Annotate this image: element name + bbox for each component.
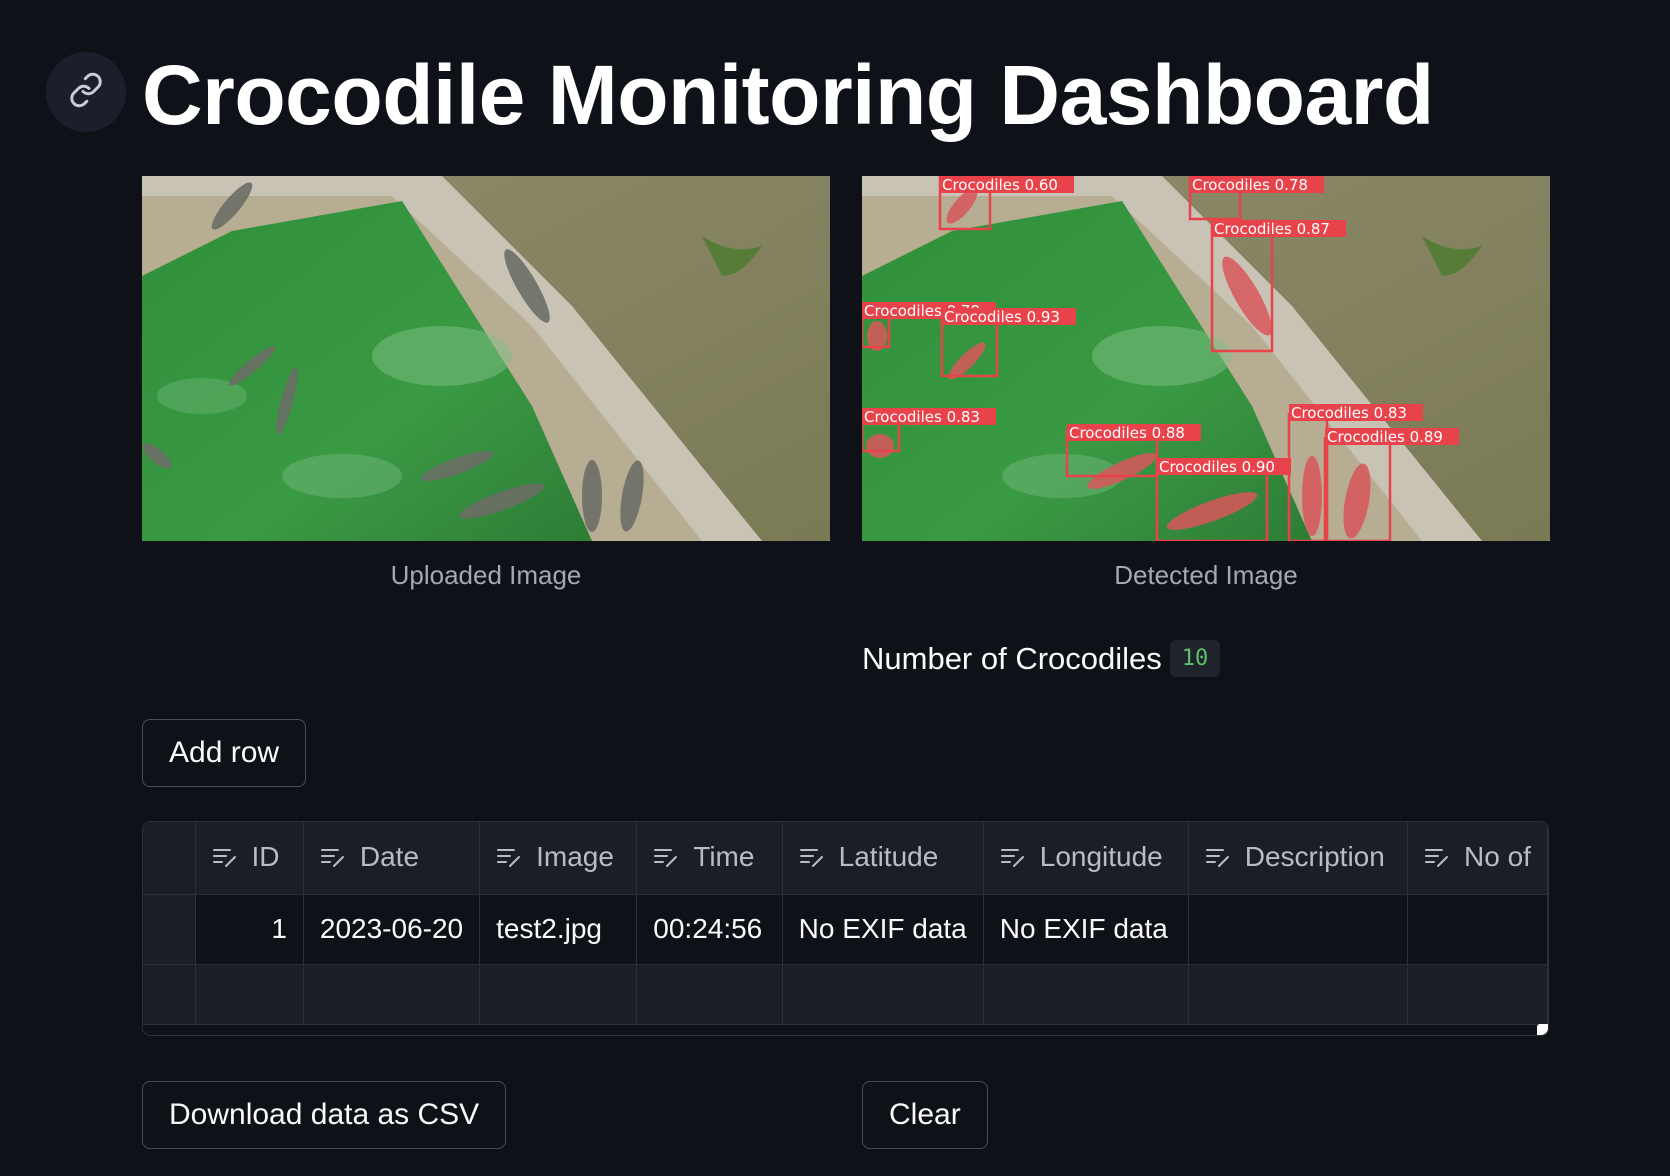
row-index-cell[interactable]: [143, 894, 196, 965]
column-header[interactable]: Latitude: [782, 822, 984, 895]
detected-image: Crocodiles 0.60 Crocodiles 0.78 Crocodiles…: [862, 176, 1550, 541]
table-cell[interactable]: [195, 964, 304, 1025]
table-cell[interactable]: [782, 964, 984, 1025]
table-cell[interactable]: [1407, 964, 1548, 1025]
edit-text-icon: [799, 843, 825, 875]
table-cell[interactable]: [983, 964, 1189, 1025]
column-header-label: Time: [693, 840, 755, 872]
edit-text-icon: [496, 843, 522, 875]
table-cell[interactable]: [636, 964, 783, 1025]
column-header[interactable]: Time: [636, 822, 783, 895]
table-cell[interactable]: [1188, 894, 1409, 965]
column-header[interactable]: Image: [479, 822, 638, 895]
resize-handle[interactable]: [1537, 1024, 1548, 1035]
column-header-label: Date: [359, 840, 420, 872]
edit-text-icon: [1205, 843, 1231, 875]
detected-image-caption: Detected Image: [1114, 560, 1298, 590]
detection-label: Crocodiles 0.78: [1192, 176, 1308, 194]
table-cell[interactable]: 00:24:56: [636, 894, 783, 965]
table-cell[interactable]: 1: [195, 894, 304, 965]
table-cell[interactable]: [1188, 964, 1409, 1025]
edit-text-icon: [1000, 843, 1026, 875]
table-header-row: ID Date Image Time Latitude Longitude Descript…: [143, 822, 1548, 895]
table-cell[interactable]: test2.jpg: [479, 894, 638, 965]
clear-button[interactable]: Clear: [862, 1081, 988, 1149]
edit-text-icon: [1424, 843, 1450, 875]
link-icon: [68, 72, 104, 113]
table-cell[interactable]: 2023-06-20: [303, 894, 481, 965]
crocodile-count-metric: Number of Crocodiles 10: [862, 640, 1221, 677]
page-title: Crocodile Monitoring Dashboard: [142, 48, 1434, 142]
download-csv-button[interactable]: Download data as CSV: [142, 1081, 507, 1149]
row-index-header: [143, 822, 196, 895]
column-header-label: No of: [1464, 840, 1531, 872]
column-header[interactable]: Description: [1188, 822, 1409, 895]
detection-label: Crocodiles 0.90: [1159, 458, 1275, 476]
uploaded-image: [142, 176, 830, 541]
column-header-label: ID: [251, 840, 280, 872]
detection-label: Crocodiles 0.93: [944, 308, 1060, 326]
table-cell[interactable]: [303, 964, 481, 1025]
table-empty-row[interactable]: [143, 964, 1548, 1025]
table-cell[interactable]: [143, 964, 196, 1025]
column-header[interactable]: Longitude: [983, 822, 1189, 895]
column-header-label: Latitude: [838, 840, 939, 872]
detection-label: Crocodiles 0.87: [1214, 220, 1330, 238]
table-cell[interactable]: No EXIF data: [983, 894, 1189, 965]
metric-value: 10: [1169, 640, 1221, 677]
table-cell[interactable]: [479, 964, 638, 1025]
column-header-label: Image: [536, 840, 614, 872]
metric-label: Number of Crocodiles: [862, 640, 1162, 676]
detection-label: Crocodiles 0.88: [1069, 424, 1185, 442]
table-cell[interactable]: No EXIF data: [782, 894, 984, 965]
detection-label: Crocodiles 0.60: [942, 176, 1058, 194]
detection-label: Crocodiles 0.83: [864, 408, 980, 426]
detection-label: Crocodiles 0.89: [1327, 428, 1443, 446]
edit-text-icon: [653, 843, 679, 875]
table-row[interactable]: 1 2023-06-20 test2.jpg 00:24:56 No EXIF data…: [143, 894, 1548, 965]
anchor-link-button[interactable]: [46, 52, 126, 132]
uploaded-image-caption: Uploaded Image: [390, 560, 582, 590]
table-cell[interactable]: [1407, 894, 1548, 965]
detection-label: Crocodiles 0.83: [1291, 404, 1407, 422]
edit-text-icon: [212, 843, 238, 875]
column-header[interactable]: ID: [195, 822, 304, 895]
data-editor-table[interactable]: ID Date Image Time Latitude Longitude Descript…: [142, 821, 1549, 1036]
column-header[interactable]: No of: [1407, 822, 1548, 895]
column-header-label: Longitude: [1039, 840, 1163, 872]
column-header[interactable]: Date: [303, 822, 481, 895]
add-row-button[interactable]: Add row: [142, 719, 307, 787]
column-header-label: Description: [1244, 840, 1385, 872]
edit-text-icon: [320, 843, 346, 875]
